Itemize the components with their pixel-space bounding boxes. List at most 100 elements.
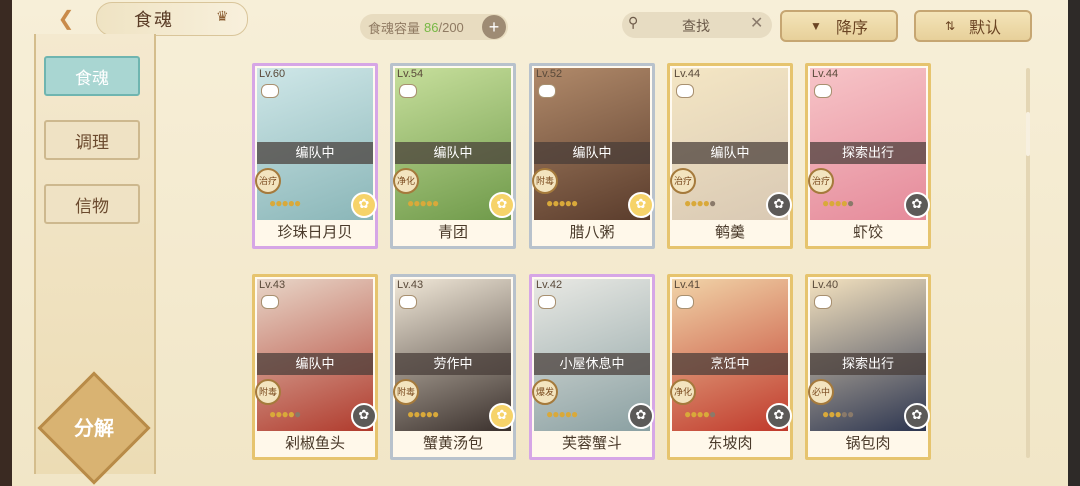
chat-bubble-icon	[676, 295, 694, 309]
sidebar: 食魂 调理 信物 分解	[34, 34, 156, 485]
flower-icon: ✿	[351, 403, 377, 429]
star-rating: ●●●●●	[822, 407, 854, 421]
card-level: Lv.43	[397, 279, 424, 291]
foodsoul-card[interactable]: Lv.43 编队中附毒 ●●●●● ✿ 剁椒鱼头	[252, 274, 378, 460]
sidebar-item-tokens[interactable]: 信物	[44, 184, 140, 224]
sort-mode-button[interactable]: ⇅ 默认	[914, 10, 1032, 42]
status-badge: 编队中	[672, 142, 788, 164]
skill-tag-badge: 净化	[393, 168, 419, 194]
card-name: 腊八粥	[532, 220, 652, 246]
flower-icon: ✿	[766, 403, 792, 429]
chat-bubble-icon	[538, 295, 556, 309]
scrollbar-thumb[interactable]	[1026, 112, 1030, 156]
skill-tag-badge: 必中	[808, 379, 834, 405]
flower-icon: ✿	[766, 192, 792, 218]
flower-icon: ✿	[351, 192, 377, 218]
foodsoul-card[interactable]: Lv.42 小屋休息中爆发 ●●●●● ✿ 芙蓉蟹斗	[529, 274, 655, 460]
swap-icon: ⇅	[944, 19, 956, 33]
right-edge	[1068, 0, 1080, 486]
sort-mode-label: 默认	[969, 20, 1002, 37]
sort-order-label: 降序	[835, 20, 868, 37]
status-badge: 烹饪中	[672, 353, 788, 375]
search-placeholder: 查找	[682, 18, 710, 34]
skill-tag-badge: 爆发	[532, 379, 558, 405]
sidebar-item-foodsoul[interactable]: 食魂	[44, 56, 140, 96]
card-name: 东坡肉	[670, 431, 790, 457]
flower-icon: ✿	[904, 192, 930, 218]
status-badge: 劳作中	[395, 353, 511, 375]
card-name: 剁椒鱼头	[255, 431, 375, 457]
star-rating: ●●●●●	[269, 196, 301, 210]
capacity-current: 86	[424, 19, 439, 35]
status-badge: 探索出行	[810, 353, 926, 375]
foodsoul-card[interactable]: Lv.44 探索出行治疗 ●●●●● ✿ 虾饺	[805, 63, 931, 249]
skill-tag-badge: 附毒	[393, 379, 419, 405]
sort-order-button[interactable]: ▼ 降序	[780, 10, 898, 42]
star-rating: ●●●●●	[684, 407, 716, 421]
card-level: Lv.52	[536, 68, 563, 80]
foodsoul-card[interactable]: Lv.52 编队中附毒 ●●●●● ✿ 腊八粥	[529, 63, 655, 249]
card-name: 芙蓉蟹斗	[532, 431, 652, 457]
star-rating: ●●●●●	[684, 196, 716, 210]
card-name: 青团	[393, 220, 513, 246]
crown-icon[interactable]: ♛	[216, 8, 236, 24]
search-icon: ⚲	[628, 14, 639, 30]
card-name: 虾饺	[808, 220, 928, 246]
flower-icon: ✿	[489, 192, 515, 218]
page-title: 食魂	[134, 10, 174, 31]
card-name: 蟹黄汤包	[393, 431, 513, 457]
decompose-label[interactable]: 分解	[56, 412, 132, 441]
capacity-total: /200	[438, 19, 464, 35]
chat-bubble-icon	[261, 84, 279, 98]
skill-tag-badge: 附毒	[532, 168, 558, 194]
star-rating: ●●●●●	[407, 407, 439, 421]
add-capacity-button[interactable]: +	[482, 15, 506, 39]
back-arrow-icon[interactable]: ❮	[44, 4, 88, 32]
star-rating: ●●●●●	[407, 196, 439, 210]
card-name: 珍珠日月贝	[255, 220, 375, 246]
flower-icon: ✿	[628, 403, 654, 429]
status-badge: 编队中	[257, 353, 373, 375]
chat-bubble-icon	[814, 84, 832, 98]
flower-icon: ✿	[628, 192, 654, 218]
card-name: 鹌羹	[670, 220, 790, 246]
skill-tag-badge: 治疗	[670, 168, 696, 194]
status-badge: 编队中	[534, 142, 650, 164]
chat-bubble-icon	[399, 295, 417, 309]
chat-bubble-icon	[399, 84, 417, 98]
card-level: Lv.40	[812, 279, 839, 291]
left-edge	[0, 0, 12, 486]
card-level: Lv.60	[259, 68, 286, 80]
foodsoul-card[interactable]: Lv.60 编队中治疗 ●●●●● ✿ 珍珠日月贝	[252, 63, 378, 249]
card-level: Lv.44	[812, 68, 839, 80]
card-name: 锅包肉	[808, 431, 928, 457]
foodsoul-card[interactable]: Lv.54 编队中净化 ●●●●● ✿ 青团	[390, 63, 516, 249]
chat-bubble-icon	[538, 84, 556, 98]
star-rating: ●●●●●	[546, 196, 578, 210]
skill-tag-badge: 治疗	[808, 168, 834, 194]
flower-icon: ✿	[489, 403, 515, 429]
capacity-label: 食魂容量	[368, 20, 421, 36]
foodsoul-card[interactable]: Lv.41 烹饪中 净化 ●●●●● ✿ 东坡肉	[667, 274, 793, 460]
foodsoul-card[interactable]: Lv.44 编队中 治疗 ●●●●● ✿ 鹌羹	[667, 63, 793, 249]
card-level: Lv.42	[536, 279, 563, 291]
status-badge: 小屋休息中	[534, 353, 650, 375]
card-level: Lv.54	[397, 68, 424, 80]
star-rating: ●●●●●	[269, 407, 301, 421]
chat-bubble-icon	[814, 295, 832, 309]
clear-icon[interactable]: ✕	[750, 13, 763, 33]
sidebar-item-conditioning[interactable]: 调理	[44, 120, 140, 160]
skill-tag-badge: 附毒	[255, 379, 281, 405]
chat-bubble-icon	[261, 295, 279, 309]
skill-tag-badge: 治疗	[255, 168, 281, 194]
status-badge: 探索出行	[810, 142, 926, 164]
status-badge: 编队中	[395, 142, 511, 164]
foodsoul-card[interactable]: Lv.40 探索出行必中 ●●●●● ✿ 锅包肉	[805, 274, 931, 460]
card-level: Lv.43	[259, 279, 286, 291]
triangle-down-icon: ▼	[810, 19, 822, 33]
star-rating: ●●●●●	[822, 196, 854, 210]
foodsoul-card[interactable]: Lv.43 劳作中附毒 ●●●●● ✿ 蟹黄汤包	[390, 274, 516, 460]
flower-icon: ✿	[904, 403, 930, 429]
status-badge: 编队中	[257, 142, 373, 164]
star-rating: ●●●●●	[546, 407, 578, 421]
